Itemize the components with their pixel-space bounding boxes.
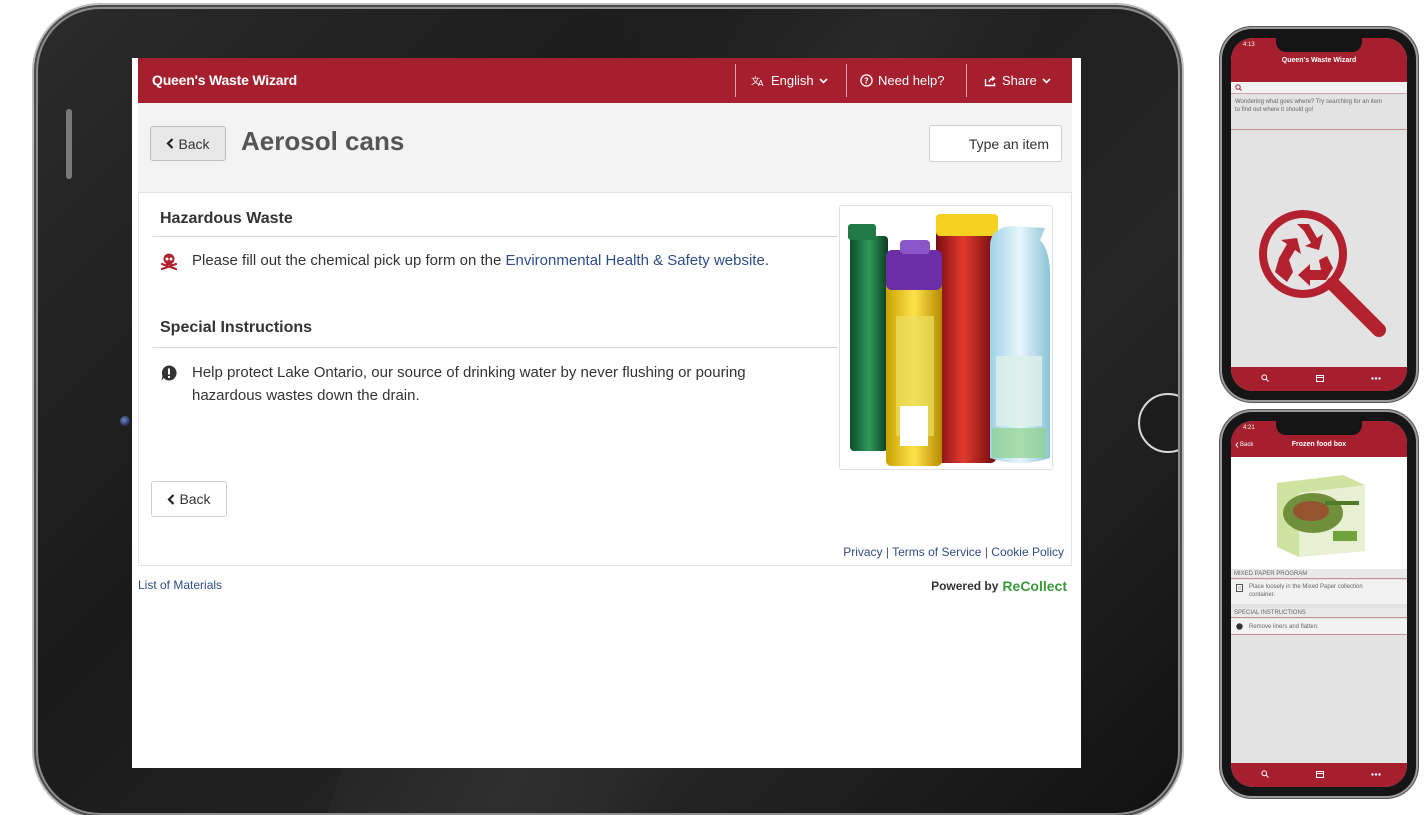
phone-item-screen: 4:21 Back Frozen food box MIXED PAPER PR… bbox=[1231, 421, 1407, 787]
content-card: Hazardous Waste Please fill out the chem… bbox=[138, 193, 1072, 566]
special-instruction: Help protect Lake Ontario, our source of… bbox=[160, 361, 746, 407]
phone-time: 4:13 bbox=[1243, 42, 1255, 48]
header-divider bbox=[966, 64, 967, 97]
frozen-food-box-image bbox=[1277, 475, 1365, 557]
phone-search: 4:13 Queen's Waste Wizard Wondering what… bbox=[1222, 29, 1416, 400]
share-label: Share bbox=[1002, 73, 1037, 88]
calendar-icon[interactable] bbox=[1316, 374, 1324, 382]
ehs-website-link[interactable]: Environmental Health & Safety website bbox=[506, 252, 765, 269]
search-input[interactable] bbox=[929, 125, 1062, 162]
hazardous-text-end: . bbox=[764, 252, 769, 269]
phone-section2-heading: SPECIAL INSTRUCTIONS bbox=[1234, 610, 1306, 616]
search-icon bbox=[1235, 84, 1242, 91]
title-bar: Back Aerosol cans bbox=[138, 103, 1072, 193]
footer-links: Privacy | Terms of Service | Cookie Poli… bbox=[843, 545, 1064, 559]
phone-title: Queen's Waste Wizard bbox=[1281, 57, 1357, 64]
list-of-materials-link[interactable]: List of Materials bbox=[138, 578, 222, 592]
privacy-link[interactable]: Privacy bbox=[843, 545, 882, 559]
terms-link[interactable]: Terms of Service bbox=[892, 545, 981, 559]
phone-section1-heading: MIXED PAPER PROGRAM bbox=[1234, 571, 1308, 577]
chevron-down-icon bbox=[819, 77, 828, 84]
marketing-mockup: Queen's Waste Wizard 文 A English ? Need … bbox=[0, 0, 1426, 815]
aerosol-cans-image bbox=[848, 214, 1050, 466]
recollect-logo: ReCollect bbox=[1002, 578, 1067, 594]
link-separator: | bbox=[885, 545, 889, 559]
hazardous-instruction: Please fill out the chemical pick up for… bbox=[160, 249, 769, 272]
phone-notch bbox=[1276, 421, 1362, 435]
phone-prompt: Wondering what goes where? Try searching… bbox=[1235, 99, 1382, 113]
share-button[interactable]: Share bbox=[984, 73, 1051, 88]
back-button-top[interactable]: Back bbox=[150, 126, 226, 161]
phone-product-area bbox=[1231, 457, 1407, 569]
phone-section1-row: Place loosely in the Mixed Paper collect… bbox=[1231, 580, 1407, 604]
page-title: Aerosol cans bbox=[241, 126, 405, 156]
header-divider bbox=[735, 64, 736, 97]
chevron-down-icon bbox=[1042, 77, 1051, 84]
tablet-camera bbox=[120, 416, 130, 426]
svg-text:?: ? bbox=[864, 77, 869, 86]
powered-by-label: Powered by bbox=[931, 579, 999, 593]
language-label: English bbox=[771, 73, 814, 88]
hazardous-text: Please fill out the chemical pick up for… bbox=[192, 249, 769, 272]
search-icon[interactable] bbox=[1261, 374, 1269, 382]
phone-time: 4:21 bbox=[1243, 425, 1255, 431]
chevron-left-icon bbox=[167, 493, 175, 505]
chevron-left-icon bbox=[166, 138, 174, 149]
back-button-bottom[interactable]: Back bbox=[151, 481, 227, 517]
phone-section-header: SPECIAL INSTRUCTIONS bbox=[1231, 608, 1407, 618]
calendar-icon[interactable] bbox=[1316, 770, 1324, 778]
help-label: Need help? bbox=[878, 73, 945, 88]
phone-section2-text: Remove liners and flatten. bbox=[1249, 624, 1319, 630]
language-selector[interactable]: 文 A English bbox=[751, 73, 828, 88]
phone-search-screen: 4:13 Queen's Waste Wizard Wondering what… bbox=[1231, 38, 1407, 391]
powered-by[interactable]: Powered by ReCollect bbox=[931, 578, 1067, 594]
exclamation-bubble-icon bbox=[161, 365, 177, 381]
tablet-screen: Queen's Waste Wizard 文 A English ? Need … bbox=[132, 58, 1081, 768]
header-divider bbox=[846, 64, 847, 97]
phone-item: 4:21 Back Frozen food box MIXED PAPER PR… bbox=[1222, 412, 1416, 796]
share-icon bbox=[984, 75, 996, 86]
search-icon[interactable] bbox=[1261, 770, 1269, 778]
tablet-home-button bbox=[1138, 393, 1178, 453]
phone-section1-text: Place loosely in the Mixed Paper collect… bbox=[1249, 584, 1363, 598]
tablet-side-button bbox=[66, 109, 72, 179]
hazardous-text-start: Please fill out the chemical pick up for… bbox=[192, 252, 506, 269]
section-divider bbox=[153, 236, 837, 237]
question-circle-icon: ? bbox=[860, 74, 873, 87]
back-label: Back bbox=[179, 491, 211, 507]
phone-title: Frozen food box bbox=[1291, 441, 1347, 448]
hazardous-heading: Hazardous Waste bbox=[160, 210, 293, 227]
translate-icon: 文 A bbox=[751, 75, 764, 87]
app-title[interactable]: Queen's Waste Wizard bbox=[152, 72, 297, 88]
skull-crossbones-icon bbox=[160, 253, 178, 270]
phone-notch bbox=[1276, 38, 1362, 52]
more-icon[interactable] bbox=[1371, 377, 1381, 380]
section-divider bbox=[153, 347, 837, 348]
phone-section2-row: Remove liners and flatten. bbox=[1231, 619, 1407, 635]
special-text-line1: Help protect Lake Ontario, our source of… bbox=[192, 364, 746, 381]
phone-divider bbox=[1231, 129, 1407, 130]
phone-section-header: MIXED PAPER PROGRAM bbox=[1231, 569, 1407, 579]
cookie-policy-link[interactable]: Cookie Policy bbox=[991, 545, 1064, 559]
special-text-line2: hazardous wastes down the drain. bbox=[192, 387, 420, 404]
special-text: Help protect Lake Ontario, our source of… bbox=[192, 361, 746, 407]
recycle-magnifier-icon bbox=[1259, 210, 1386, 337]
help-button[interactable]: ? Need help? bbox=[860, 73, 945, 88]
exclamation-bubble-icon bbox=[1236, 623, 1243, 630]
back-label: Back bbox=[178, 135, 210, 152]
svg-text:A: A bbox=[758, 79, 764, 87]
phone-tabbar bbox=[1231, 367, 1407, 391]
app-header: Queen's Waste Wizard 文 A English ? Need … bbox=[138, 58, 1072, 103]
more-icon[interactable] bbox=[1371, 773, 1381, 776]
link-separator: | bbox=[984, 545, 988, 559]
paper-icon bbox=[1236, 584, 1243, 592]
special-instructions-heading: Special Instructions bbox=[160, 319, 313, 336]
product-image bbox=[839, 205, 1053, 470]
phone-search-input[interactable] bbox=[1231, 82, 1407, 94]
phone-tabbar bbox=[1231, 763, 1407, 787]
